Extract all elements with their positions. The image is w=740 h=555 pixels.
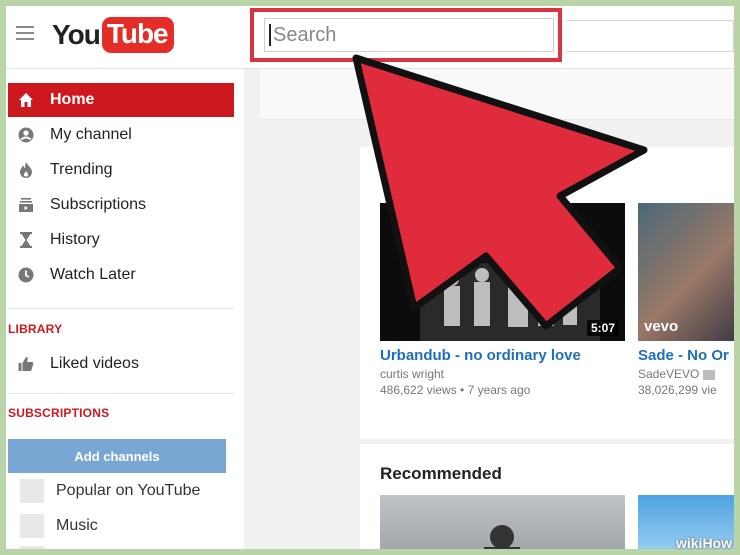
verified-icon [702, 369, 715, 380]
video-meta: 486,622 views • 7 years ago [380, 383, 531, 397]
video-thumbnail[interactable]: vevo [638, 203, 734, 341]
channel-avatar [20, 479, 44, 503]
video-item[interactable]: 5:07 Urbandub - no ordinary love curtis … [380, 203, 625, 397]
video-item[interactable]: vevo Sade - No Or SadeVEVO 38,026,299 vi… [638, 203, 734, 397]
channel-avatar [20, 514, 44, 538]
duration-badge: 5:07 [586, 320, 619, 336]
video-thumbnail[interactable]: 5:07 [380, 203, 625, 341]
search-input[interactable]: Search [264, 18, 554, 52]
sidebar-item-subscriptions[interactable]: Subscriptions [8, 188, 234, 222]
watermark: wikiHow [675, 535, 732, 551]
channel-avatar [20, 546, 44, 549]
menu-icon[interactable] [16, 26, 34, 40]
sidebar-item-home[interactable]: Home [8, 83, 234, 117]
thumbs-up-icon [17, 355, 35, 373]
account-icon [17, 126, 35, 144]
subscription-item[interactable] [20, 545, 56, 549]
flame-icon [17, 161, 35, 179]
sidebar-item-history[interactable]: History [8, 223, 234, 257]
shelf-title: Recommended [380, 464, 502, 483]
sidebar-item-trending[interactable]: Trending [8, 153, 234, 187]
browser-frame: You Tube Search Home My channel Trending [6, 6, 734, 549]
clock-icon [17, 266, 35, 284]
channel-name[interactable]: SadeVEVO [638, 367, 734, 381]
home-icon [17, 91, 35, 109]
masthead: You Tube Search [6, 6, 734, 69]
subscription-item[interactable]: Music [20, 513, 98, 539]
subscriptions-icon [17, 196, 35, 214]
sidebar-item-my-channel[interactable]: My channel [8, 118, 234, 152]
guide-strip [260, 69, 734, 120]
sidebar-item-liked-videos[interactable]: Liked videos [8, 347, 234, 381]
sidebar-item-watch-later[interactable]: Watch Later [8, 258, 234, 292]
add-channels-button[interactable]: Add channels [8, 439, 226, 473]
hourglass-icon [17, 231, 35, 249]
shelf-title: Wat [380, 169, 411, 188]
video-title[interactable]: Urbandub - no ordinary love [380, 347, 625, 364]
video-meta: 38,026,299 vie [638, 383, 717, 397]
main-content: Wat 5:07 Urbandub - no ordinary love cur… [260, 69, 734, 549]
subscription-item[interactable]: Popular on YouTube [20, 478, 200, 504]
search-button[interactable] [566, 20, 734, 52]
library-heading: LIBRARY [8, 322, 63, 336]
video-thumbnail[interactable] [380, 495, 625, 549]
video-title[interactable]: Sade - No Or [638, 347, 734, 364]
sidebar-divider [8, 308, 234, 309]
subscriptions-heading: SUBSCRIPTIONS [8, 406, 110, 420]
text-cursor [269, 24, 271, 46]
youtube-logo[interactable]: You Tube [52, 16, 174, 54]
vevo-logo: vevo [644, 318, 679, 335]
sidebar: Home My channel Trending Subscriptions H… [6, 69, 244, 549]
sidebar-divider [8, 393, 234, 394]
watch-again-shelf: Wat 5:07 Urbandub - no ordinary love cur… [360, 147, 734, 439]
channel-name[interactable]: curtis wright [380, 367, 625, 381]
